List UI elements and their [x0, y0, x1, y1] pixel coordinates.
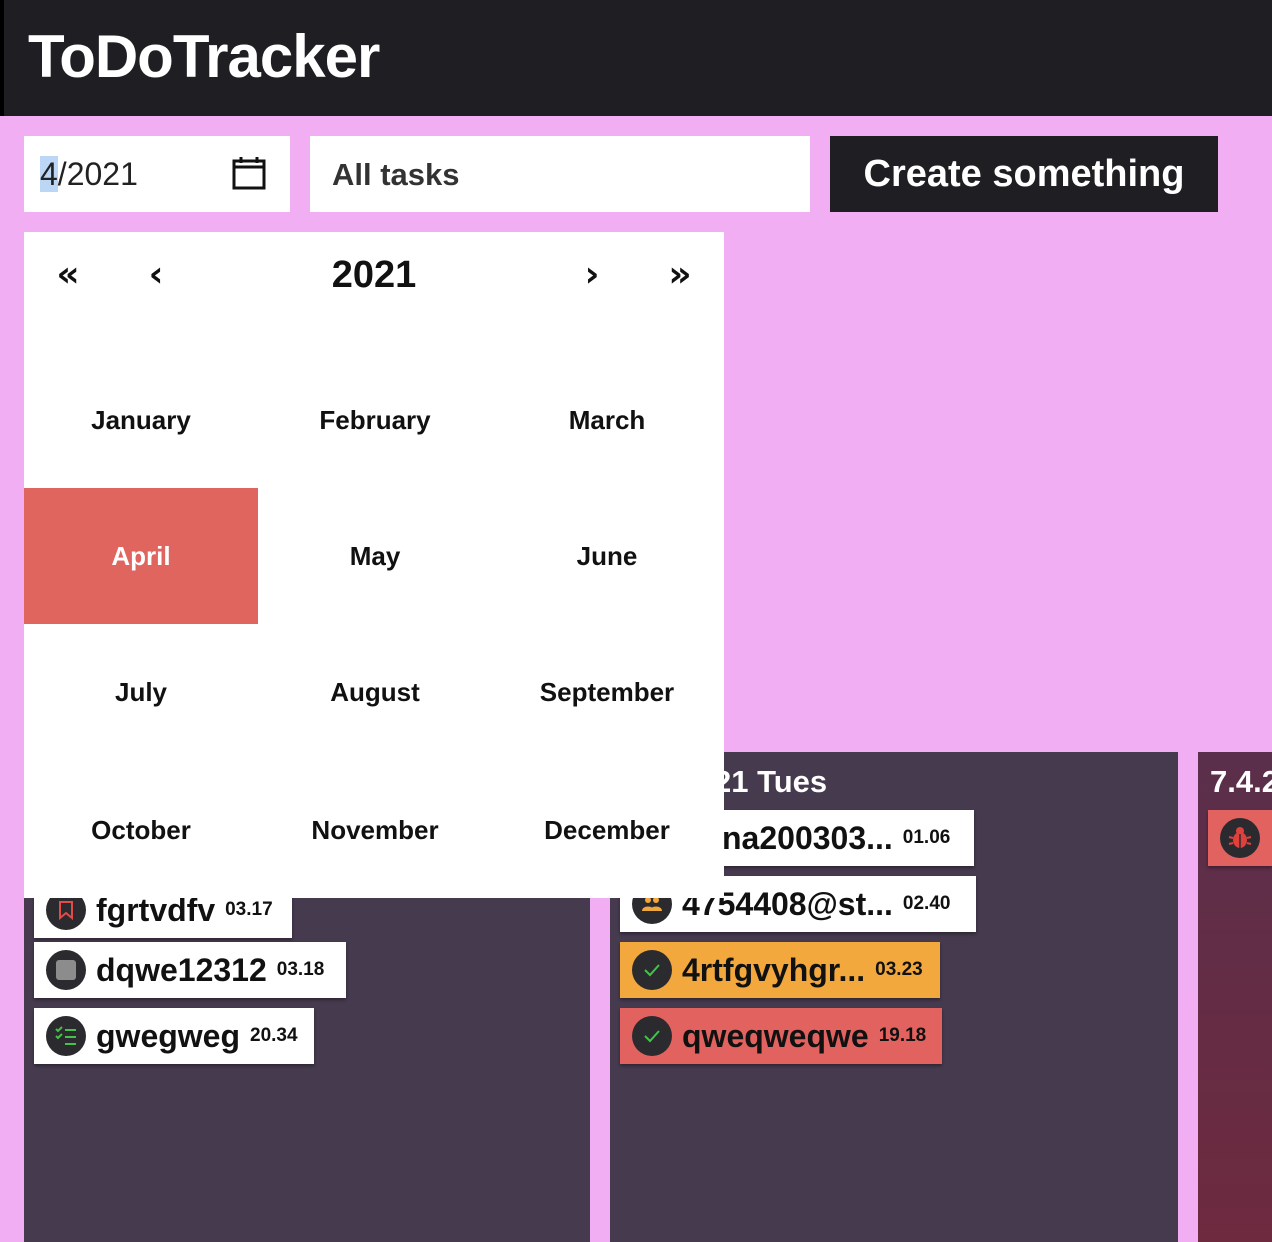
check-icon — [632, 950, 672, 990]
month-picker-popup: « ‹ 2021 › » January February March Apri… — [24, 232, 724, 898]
date-input-value: 4/2021 — [40, 156, 138, 193]
task-time: 03.23 — [875, 959, 923, 980]
task-name: dqwe12312 — [96, 951, 267, 988]
filter-selected-value: All tasks — [332, 157, 460, 192]
task-time: 19.18 — [878, 1025, 927, 1046]
month-november[interactable]: November — [258, 762, 492, 898]
task-time: 03.18 — [276, 959, 325, 980]
month-date-input[interactable]: 4/2021 — [24, 136, 290, 212]
bug-icon — [1220, 818, 1260, 858]
next-year-button[interactable]: » — [650, 254, 710, 295]
task-name: na200303... — [722, 819, 893, 856]
prev-year-button[interactable]: « — [38, 254, 98, 295]
prev-button[interactable]: ‹ — [126, 254, 186, 295]
task-name: qweqweqwe — [682, 1017, 869, 1054]
month-february[interactable]: February — [258, 352, 492, 488]
month-january[interactable]: January — [24, 352, 258, 488]
task-filter-select[interactable]: All tasks — [310, 136, 810, 212]
day-title: 7.4.2 — [1210, 764, 1272, 799]
date-year-segment[interactable]: /2021 — [58, 156, 138, 192]
task-time: 20.34 — [250, 1025, 298, 1046]
month-july[interactable]: July — [24, 624, 258, 760]
task-time: 02.40 — [902, 893, 951, 914]
task-card[interactable]: dqwe12312 03.18 — [34, 942, 346, 998]
task-time: 01.06 — [902, 827, 951, 848]
day-title: 21 Tues — [714, 764, 828, 799]
check-icon — [632, 1016, 672, 1056]
month-december[interactable]: December — [490, 762, 724, 898]
month-may[interactable]: May — [258, 488, 492, 624]
next-button[interactable]: › — [562, 254, 622, 295]
month-march[interactable]: March — [490, 352, 724, 488]
checklist-icon — [46, 1016, 86, 1056]
month-september[interactable]: September — [490, 624, 724, 760]
day-column: 7.4.2 — [1198, 752, 1272, 1242]
calendar-icon[interactable] — [232, 156, 266, 190]
month-april[interactable]: April — [24, 488, 258, 624]
date-month-segment[interactable]: 4 — [40, 156, 58, 192]
stop-square-icon — [46, 950, 86, 990]
task-card[interactable]: qweqweqwe 19.18 — [620, 1008, 942, 1064]
task-card[interactable]: gwegweg 20.34 — [34, 1008, 314, 1064]
create-something-button[interactable]: Create something — [830, 136, 1218, 212]
month-june[interactable]: June — [490, 488, 724, 624]
task-card[interactable]: 4rtfgvyhgr... 03.23 — [620, 942, 940, 998]
task-card[interactable] — [1208, 810, 1272, 866]
app-header: ToDoTracker — [0, 0, 1272, 116]
app-title: ToDoTracker — [28, 23, 380, 90]
picker-year-label[interactable]: 2021 — [274, 254, 474, 297]
month-august[interactable]: August — [258, 624, 492, 760]
task-name: gwegweg — [96, 1017, 241, 1054]
task-name: 4rtfgvyhgr... — [682, 951, 866, 988]
task-time: 03.17 — [225, 899, 273, 920]
month-october[interactable]: October — [24, 762, 258, 898]
